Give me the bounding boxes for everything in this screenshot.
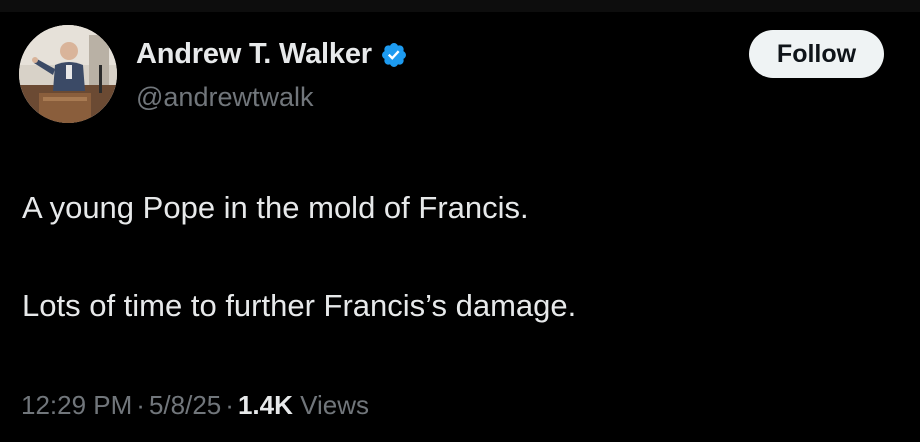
meta-separator: ·: [225, 390, 234, 420]
tweet-text-line: Lots of time to further Francis’s damage…: [22, 288, 577, 323]
tweet-date[interactable]: 5/8/25: [149, 390, 221, 420]
author-name-row: Andrew T. Walker: [136, 38, 408, 71]
author-handle[interactable]: @andrewtwalk: [136, 82, 313, 113]
follow-button[interactable]: Follow: [749, 30, 884, 78]
verified-badge-icon: [380, 41, 408, 69]
tweet-time[interactable]: 12:29 PM: [21, 390, 132, 420]
views-count: 1.4K: [237, 390, 293, 420]
views-label: Views: [300, 390, 369, 420]
tweet-text-line: A young Pope in the mold of Francis.: [22, 190, 529, 225]
author-display-name[interactable]: Andrew T. Walker: [136, 38, 372, 71]
meta-separator: ·: [136, 390, 145, 420]
tweet-meta: 12:29 PM · 5/8/25 · 1.4K Views: [21, 390, 369, 421]
avatar[interactable]: [19, 25, 117, 123]
tweet-card: Andrew T. Walker @andrewtwalk Follow A y…: [0, 0, 920, 442]
avatar-image: [19, 25, 117, 123]
